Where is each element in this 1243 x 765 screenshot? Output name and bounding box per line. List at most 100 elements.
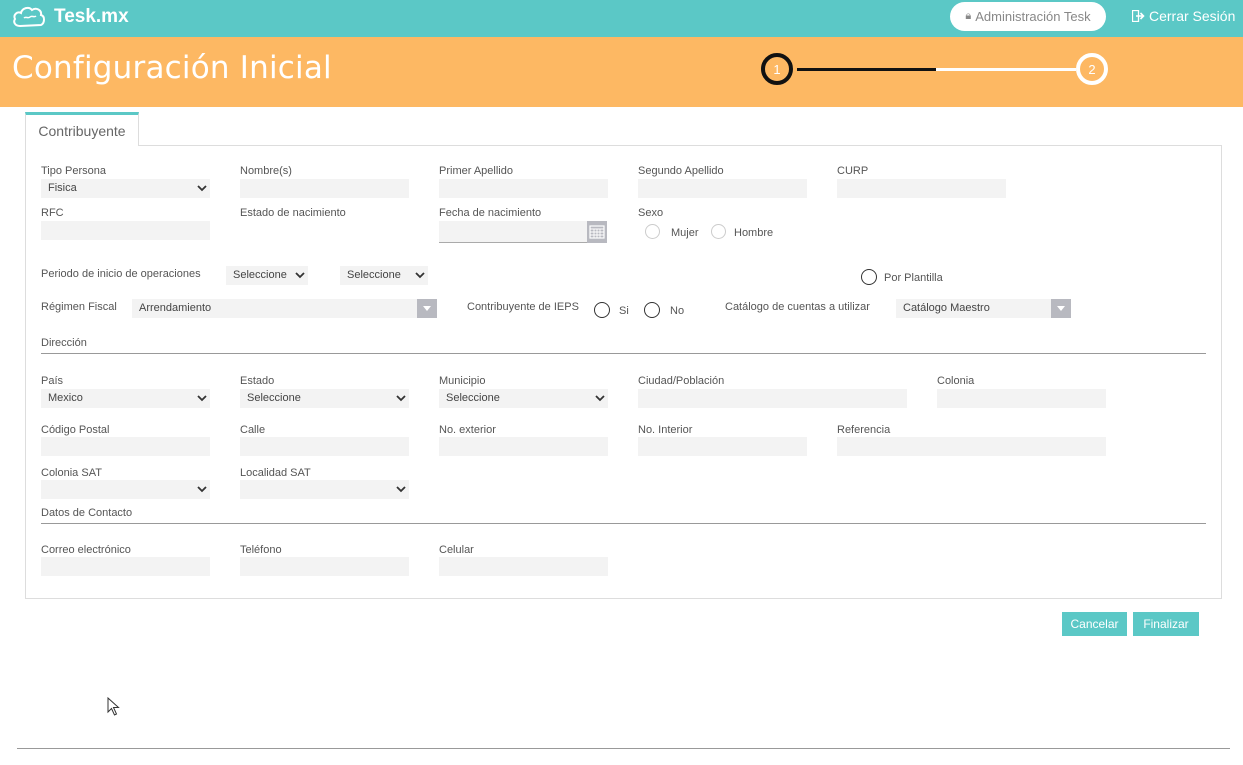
- segundo-apellido-input[interactable]: [638, 179, 807, 198]
- primer-apellido-input[interactable]: [439, 179, 608, 198]
- tipo-persona-select[interactable]: Fisica: [41, 179, 210, 198]
- ieps-no-radio[interactable]: [644, 302, 660, 318]
- correo-input[interactable]: [41, 557, 210, 576]
- telefono-input[interactable]: [240, 557, 409, 576]
- rfc-label: RFC: [41, 207, 64, 219]
- codigo-postal-label: Código Postal: [41, 424, 110, 436]
- contacto-title: Datos de Contacto: [41, 507, 133, 519]
- regimen-fiscal-label: Régimen Fiscal: [41, 301, 117, 313]
- referencia-input[interactable]: [837, 437, 1106, 456]
- footer-divider: [17, 748, 1230, 749]
- sexo-hombre-radio[interactable]: [711, 224, 726, 239]
- celular-input[interactable]: [439, 557, 608, 576]
- telefono-label: Teléfono: [240, 544, 282, 556]
- brand[interactable]: Tesk.mx: [12, 4, 129, 30]
- brand-name: Tesk.mx: [54, 6, 129, 27]
- regimen-fiscal-select[interactable]: Arrendamiento: [132, 299, 437, 318]
- estado-value: Seleccione: [247, 392, 301, 404]
- periodo-mes-select[interactable]: Seleccione: [226, 266, 308, 285]
- pais-select[interactable]: Mexico: [41, 389, 210, 408]
- chevron-down-icon: [396, 395, 406, 402]
- chevron-down-icon: [396, 486, 406, 493]
- step-2: 2: [1076, 53, 1108, 85]
- chevron-down-icon: [197, 395, 207, 402]
- municipio-label: Municipio: [439, 375, 486, 387]
- logout-link[interactable]: Cerrar Sesión: [1132, 8, 1235, 24]
- por-plantilla-label: Por Plantilla: [884, 272, 943, 284]
- finish-button[interactable]: Finalizar: [1133, 612, 1199, 636]
- celular-label: Celular: [439, 544, 474, 556]
- colonia-input[interactable]: [937, 389, 1106, 408]
- mouse-cursor-icon: [107, 697, 120, 716]
- calle-input[interactable]: [240, 437, 409, 456]
- ieps-si-radio[interactable]: [594, 302, 610, 318]
- colonia-label: Colonia: [937, 375, 975, 387]
- referencia-label: Referencia: [837, 424, 891, 436]
- calendar-icon: [589, 225, 605, 239]
- pais-label: País: [41, 375, 64, 387]
- dropdown-arrow-icon: [417, 299, 437, 318]
- catalogo-value: Catálogo Maestro: [903, 302, 990, 314]
- estado-nacimiento-label: Estado de nacimiento: [240, 207, 346, 219]
- ciudad-input[interactable]: [638, 389, 907, 408]
- sexo-mujer-radio[interactable]: [645, 224, 660, 239]
- sexo-mujer-label: Mujer: [671, 227, 699, 239]
- tipo-persona-value: Fisica: [48, 182, 77, 194]
- lock-icon: 🔒︎: [965, 10, 972, 22]
- chevron-down-icon: [197, 486, 207, 493]
- admin-tesk-button[interactable]: 🔒︎ Administración Tesk: [950, 2, 1106, 31]
- primer-apellido-label: Primer Apellido: [439, 165, 513, 177]
- direccion-title: Dirección: [41, 337, 87, 349]
- cancel-button[interactable]: Cancelar: [1062, 612, 1127, 636]
- curp-input[interactable]: [837, 179, 1006, 198]
- step-progress-pending: [936, 68, 1076, 71]
- fecha-nacimiento-label: Fecha de nacimiento: [439, 207, 542, 219]
- chevron-down-icon: [415, 272, 425, 279]
- periodo-anio-select[interactable]: Seleccione: [340, 266, 428, 285]
- calle-label: Calle: [240, 424, 266, 436]
- page-title: Configuración Inicial: [12, 50, 332, 86]
- chevron-down-icon: [595, 395, 605, 402]
- ieps-label: Contribuyente de IEPS: [467, 301, 579, 313]
- periodo-mes-value: Seleccione: [233, 269, 287, 281]
- fecha-nacimiento-input[interactable]: [439, 221, 588, 243]
- catalogo-label: Catálogo de cuentas a utilizar: [725, 301, 870, 313]
- municipio-select[interactable]: Seleccione: [439, 389, 608, 408]
- periodo-anio-value: Seleccione: [347, 269, 401, 281]
- tipo-persona-label: Tipo Persona: [41, 165, 107, 177]
- top-bar: Tesk.mx 🔒︎ Administración Tesk Cerrar Se…: [0, 0, 1243, 37]
- codigo-postal-input[interactable]: [41, 437, 210, 456]
- regimen-fiscal-value: Arrendamiento: [139, 302, 212, 314]
- localidad-sat-select[interactable]: [240, 480, 409, 499]
- step-1: 1: [761, 53, 793, 85]
- no-interior-input[interactable]: [638, 437, 807, 456]
- logout-icon: [1132, 10, 1145, 22]
- estado-label: Estado: [240, 375, 275, 387]
- colonia-sat-select[interactable]: [41, 480, 210, 499]
- ieps-no-label: No: [670, 305, 685, 317]
- estado-select[interactable]: Seleccione: [240, 389, 409, 408]
- step-progress-done: [797, 68, 936, 71]
- nombre-input[interactable]: [240, 179, 409, 198]
- dropdown-arrow-icon: [1051, 299, 1071, 318]
- rfc-input[interactable]: [41, 221, 210, 240]
- chevron-down-icon: [197, 185, 207, 192]
- correo-label: Correo electrónico: [41, 544, 131, 556]
- ieps-si-label: Si: [619, 305, 629, 317]
- sexo-hombre-label: Hombre: [734, 227, 774, 239]
- chevron-down-icon: [295, 272, 305, 279]
- cloud-logo-icon: [13, 6, 45, 28]
- por-plantilla-radio[interactable]: [861, 269, 877, 285]
- calendar-button[interactable]: [587, 221, 607, 243]
- curp-label: CURP: [837, 165, 869, 177]
- periodo-label: Periodo de inicio de operaciones: [41, 268, 201, 280]
- catalogo-select[interactable]: Catálogo Maestro: [896, 299, 1071, 318]
- localidad-sat-label: Localidad SAT: [240, 467, 311, 479]
- colonia-sat-label: Colonia SAT: [41, 467, 102, 479]
- sexo-label: Sexo: [638, 207, 664, 219]
- form-panel: [25, 145, 1222, 599]
- logout-label: Cerrar Sesión: [1149, 8, 1236, 24]
- tab-contribuyente[interactable]: Contribuyente: [25, 112, 139, 146]
- admin-tesk-label: Administración Tesk: [975, 9, 1091, 24]
- no-exterior-input[interactable]: [439, 437, 608, 456]
